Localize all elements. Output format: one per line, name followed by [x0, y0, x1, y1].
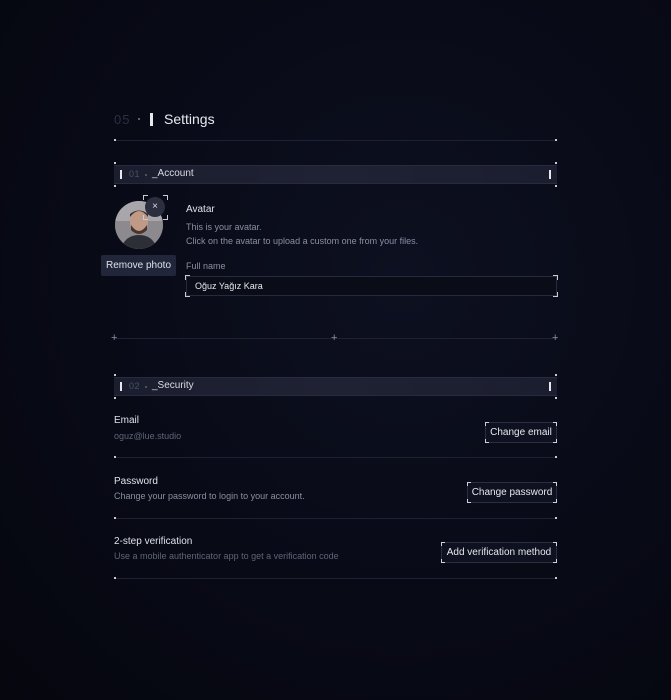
focus-bracket: [185, 275, 190, 280]
section-number: 01: [129, 169, 141, 179]
corner-tick: [114, 456, 116, 458]
avatar-description: This is your avatar.: [186, 222, 262, 232]
full-name-input[interactable]: Oğuz Yağız Kara: [186, 276, 557, 296]
separator-dot: [145, 386, 147, 388]
section-title: _Security: [152, 380, 194, 391]
focus-bracket: [553, 275, 558, 280]
corner-tick: [114, 397, 116, 399]
plus-icon: +: [111, 332, 118, 344]
corner-tick: [555, 185, 557, 187]
change-email-label: Change email: [490, 427, 552, 438]
focus-bracket: [553, 292, 558, 297]
corner-tick: [114, 374, 116, 376]
security-section-header: 02 _Security: [114, 377, 557, 396]
corner-tick: [114, 139, 116, 141]
corner-tick: [114, 162, 116, 164]
page-title: Settings: [164, 111, 215, 127]
divider: [114, 457, 557, 458]
section-number: 05: [114, 112, 131, 127]
corner-tick: [555, 162, 557, 164]
full-name-label: Full name: [186, 261, 226, 271]
bar-marker-left: [120, 170, 122, 179]
divider: [114, 140, 557, 141]
corner-tick: [555, 456, 557, 458]
corner-tick: [555, 397, 557, 399]
change-password-button[interactable]: Change password: [467, 482, 557, 503]
change-password-label: Change password: [471, 487, 553, 498]
focus-bracket: [185, 292, 190, 297]
password-description: Change your password to login to your ac…: [114, 491, 305, 501]
remove-photo-tooltip[interactable]: Remove photo: [101, 255, 176, 276]
two-step-label: 2-step verification: [114, 536, 193, 547]
password-label: Password: [114, 476, 158, 487]
plus-icon: +: [552, 332, 559, 344]
avatar-description: Click on the avatar to upload a custom o…: [186, 236, 419, 246]
divider: [114, 578, 557, 579]
add-verification-method-label: Add verification method: [446, 547, 552, 558]
bar-marker-right: [549, 382, 551, 391]
focus-bracket: [163, 215, 168, 220]
email-value: oguz@lue.studio: [114, 431, 182, 441]
corner-tick: [555, 517, 557, 519]
close-icon[interactable]: ×: [145, 197, 165, 217]
corner-tick: [114, 517, 116, 519]
focus-bracket: [163, 195, 168, 200]
section-number: 02: [129, 381, 141, 391]
bar-marker-left: [120, 382, 122, 391]
corner-tick: [555, 577, 557, 579]
separator-dot: [145, 174, 147, 176]
section-title: _Account: [152, 168, 194, 179]
corner-tick: [114, 577, 116, 579]
corner-tick: [555, 374, 557, 376]
divider: [114, 518, 557, 519]
add-verification-method-button[interactable]: Add verification method: [441, 542, 557, 563]
separator-dot: [138, 118, 140, 120]
plus-icon: +: [331, 332, 338, 344]
account-section-header: 01 _Account: [114, 165, 557, 184]
avatar-label: Avatar: [186, 204, 215, 215]
focus-bracket: [143, 215, 148, 220]
accent-bar: [150, 113, 153, 126]
change-email-button[interactable]: Change email: [485, 422, 557, 443]
corner-tick: [114, 185, 116, 187]
two-step-description: Use a mobile authenticator app to get a …: [114, 551, 339, 561]
bar-marker-right: [549, 170, 551, 179]
email-label: Email: [114, 415, 140, 426]
corner-tick: [555, 139, 557, 141]
